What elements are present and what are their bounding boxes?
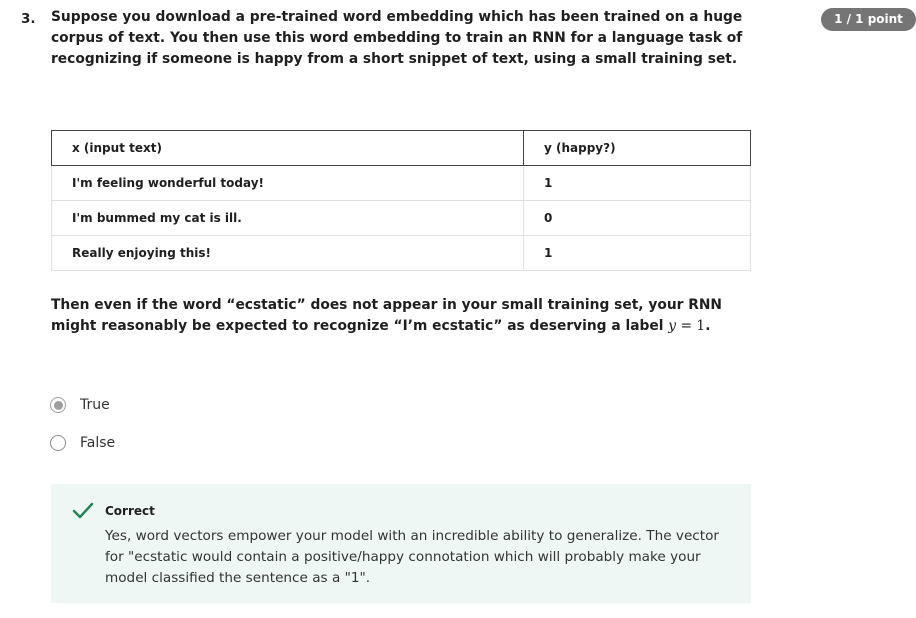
table-cell-label: 1 [523,235,751,271]
option-false[interactable]: False [50,435,115,451]
radio-false[interactable] [50,435,66,451]
table-cell-label: 1 [523,165,751,201]
option-true[interactable]: True [50,397,110,413]
points-badge: 1 / 1 point [821,8,916,31]
table-cell-label: 0 [523,200,751,236]
radio-selected-dot [53,400,63,410]
table-row: I'm feeling wonderful today! 1 [51,165,751,201]
question-number: 3. [21,11,36,27]
training-data-table: x (input text) y (happy?) I'm feeling wo… [51,130,751,271]
option-true-label: True [80,397,110,413]
question-prompt: Suppose you download a pre-trained word … [51,9,743,67]
option-false-label: False [80,435,116,451]
table-cell-input: Really enjoying this! [51,235,524,271]
question-statement: Then even if the word “ecstatic” does no… [51,295,751,337]
table-row: Really enjoying this! 1 [51,235,751,271]
feedback-body: Yes, word vectors empower your model wit… [105,528,720,586]
statement-math: y = 1 [668,318,705,334]
table-row: I'm bummed my cat is ill. 0 [51,200,751,236]
statement-suffix: . [705,318,711,334]
radio-true[interactable] [50,397,66,413]
feedback-panel: Correct Yes, word vectors empower your m… [51,484,751,603]
table-header-y: y (happy?) [523,130,751,166]
quiz-page: 3. Suppose you download a pre-trained wo… [0,0,916,618]
statement-text: Then even if the word “ecstatic” does no… [51,297,722,334]
table-header-row: x (input text) y (happy?) [51,130,751,166]
math-variable: y [668,318,677,334]
checkmark-icon [72,502,94,519]
feedback-title: Correct [105,504,155,518]
table-header-x: x (input text) [51,130,524,166]
math-equals-value: = 1 [676,318,706,334]
table-cell-input: I'm bummed my cat is ill. [51,200,524,236]
table-cell-input: I'm feeling wonderful today! [51,165,524,201]
